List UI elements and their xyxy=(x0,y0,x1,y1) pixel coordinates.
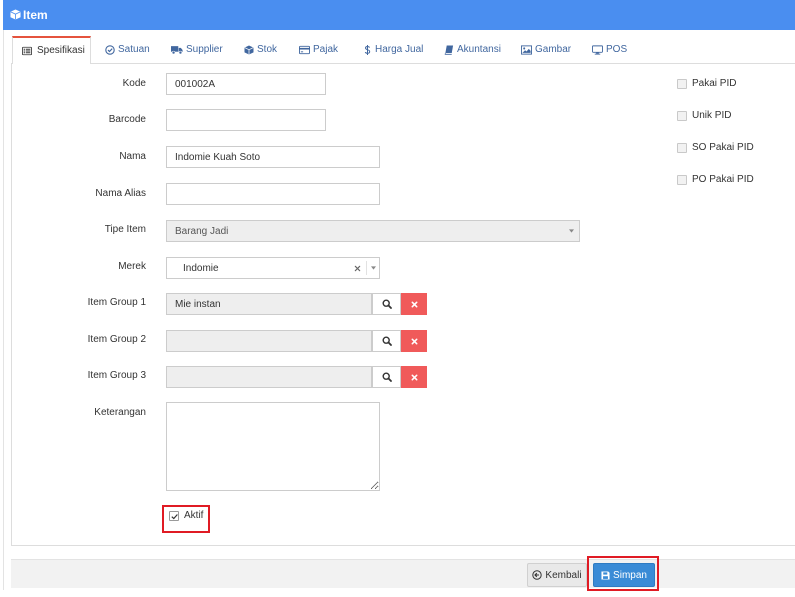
kode-input[interactable] xyxy=(166,73,326,95)
kode-label: Kode xyxy=(122,78,146,89)
item-group-3-search-button[interactable] xyxy=(372,366,401,388)
tab-supplier[interactable]: Supplier xyxy=(171,36,223,64)
save-button[interactable]: Simpan xyxy=(593,563,655,587)
nama-label: Nama xyxy=(119,151,146,162)
so-pakai-pid-checkbox[interactable] xyxy=(677,143,687,153)
tab-satuan[interactable]: Satuan xyxy=(105,36,150,64)
times-icon xyxy=(411,338,417,344)
search-icon xyxy=(381,372,392,382)
list-alt-icon xyxy=(22,46,32,56)
keterangan-label: Keterangan xyxy=(94,407,146,418)
back-button[interactable]: Kembali xyxy=(527,563,587,587)
back-button-label: Kembali xyxy=(545,569,582,581)
barcode-label: Barcode xyxy=(108,114,146,125)
tipe-item-value: Barang Jadi xyxy=(175,225,229,237)
tipe-item-label: Tipe Item xyxy=(104,224,146,235)
po-pakai-pid-label: PO Pakai PID xyxy=(692,174,754,185)
caret-down-icon xyxy=(569,229,574,233)
container-border xyxy=(3,30,4,590)
po-pakai-pid-checkbox[interactable] xyxy=(677,175,687,185)
search-icon xyxy=(381,299,392,309)
cube-icon xyxy=(10,9,21,20)
clear-icon[interactable] xyxy=(354,265,361,272)
item-group-3-label: Item Group 3 xyxy=(87,370,146,381)
keterangan-textarea[interactable] xyxy=(166,402,380,491)
book-icon xyxy=(444,45,454,55)
times-icon xyxy=(411,374,417,380)
credit-card-icon xyxy=(299,45,310,55)
merek-value: Indomie xyxy=(183,262,219,274)
pakai-pid-checkbox[interactable] xyxy=(677,79,687,89)
nama-alias-input[interactable] xyxy=(166,183,380,205)
tab-pajak[interactable]: Pajak xyxy=(299,36,338,64)
tab-label: Akuntansi xyxy=(457,44,501,55)
tab-akuntansi[interactable]: Akuntansi xyxy=(444,36,501,64)
tab-spesifikasi[interactable]: Spesifikasi xyxy=(12,36,91,64)
merek-select[interactable]: Indomie xyxy=(166,257,380,279)
merek-label: Merek xyxy=(118,261,146,272)
image-icon xyxy=(521,45,532,55)
tab-gambar[interactable]: Gambar xyxy=(521,36,571,64)
item-group-1-label: Item Group 1 xyxy=(87,297,146,308)
caret-down-icon xyxy=(371,266,376,270)
times-icon xyxy=(411,301,417,307)
form-footer xyxy=(11,559,795,588)
item-group-1-input[interactable] xyxy=(166,293,372,315)
arrow-circle-left-icon xyxy=(532,570,543,580)
tipe-item-select[interactable]: Barang Jadi xyxy=(166,220,580,242)
item-group-2-clear-button[interactable] xyxy=(401,330,427,352)
nama-alias-label: Nama Alias xyxy=(95,188,146,199)
tab-label: Stok xyxy=(257,44,278,55)
item-group-3-input[interactable] xyxy=(166,366,372,388)
dollar-icon xyxy=(364,45,371,55)
tab-label: Pajak xyxy=(313,44,339,55)
tab-label: Satuan xyxy=(118,44,150,55)
unik-pid-checkbox[interactable] xyxy=(677,111,687,121)
check-circle-icon xyxy=(105,45,115,55)
item-group-2-label: Item Group 2 xyxy=(87,334,146,345)
item-group-2-search-button[interactable] xyxy=(372,330,401,352)
merek-dropdown-toggle[interactable] xyxy=(366,261,379,275)
window-header: Item xyxy=(3,0,795,30)
tab-label: Supplier xyxy=(186,44,223,55)
tab-label: POS xyxy=(606,44,628,55)
item-group-1-search-button[interactable] xyxy=(372,293,401,315)
tab-stok[interactable]: Stok xyxy=(244,36,277,64)
cube-icon xyxy=(244,45,254,55)
save-icon xyxy=(601,570,610,580)
so-pakai-pid-label: SO Pakai PID xyxy=(692,142,754,153)
item-group-1-clear-button[interactable] xyxy=(401,293,427,315)
page-title: Item xyxy=(23,8,48,22)
tab-label: Gambar xyxy=(535,44,572,55)
tab-pos[interactable]: POS xyxy=(592,36,627,64)
truck-icon xyxy=(171,46,183,55)
tab-harga-jual[interactable]: Harga Jual xyxy=(364,36,423,64)
nama-input[interactable] xyxy=(166,146,380,168)
item-group-2-input[interactable] xyxy=(166,330,372,352)
item-group-3-clear-button[interactable] xyxy=(401,366,427,388)
pakai-pid-label: Pakai PID xyxy=(692,78,737,89)
aktif-checkbox[interactable] xyxy=(169,511,179,521)
tab-label: Harga Jual xyxy=(375,44,424,55)
desktop-icon xyxy=(592,45,603,55)
unik-pid-label: Unik PID xyxy=(692,110,732,121)
aktif-label: Aktif xyxy=(184,510,204,521)
check-icon xyxy=(171,514,178,520)
barcode-input[interactable] xyxy=(166,109,326,131)
tab-label: Spesifikasi xyxy=(37,45,85,56)
search-icon xyxy=(381,336,392,346)
save-button-label: Simpan xyxy=(613,569,647,581)
